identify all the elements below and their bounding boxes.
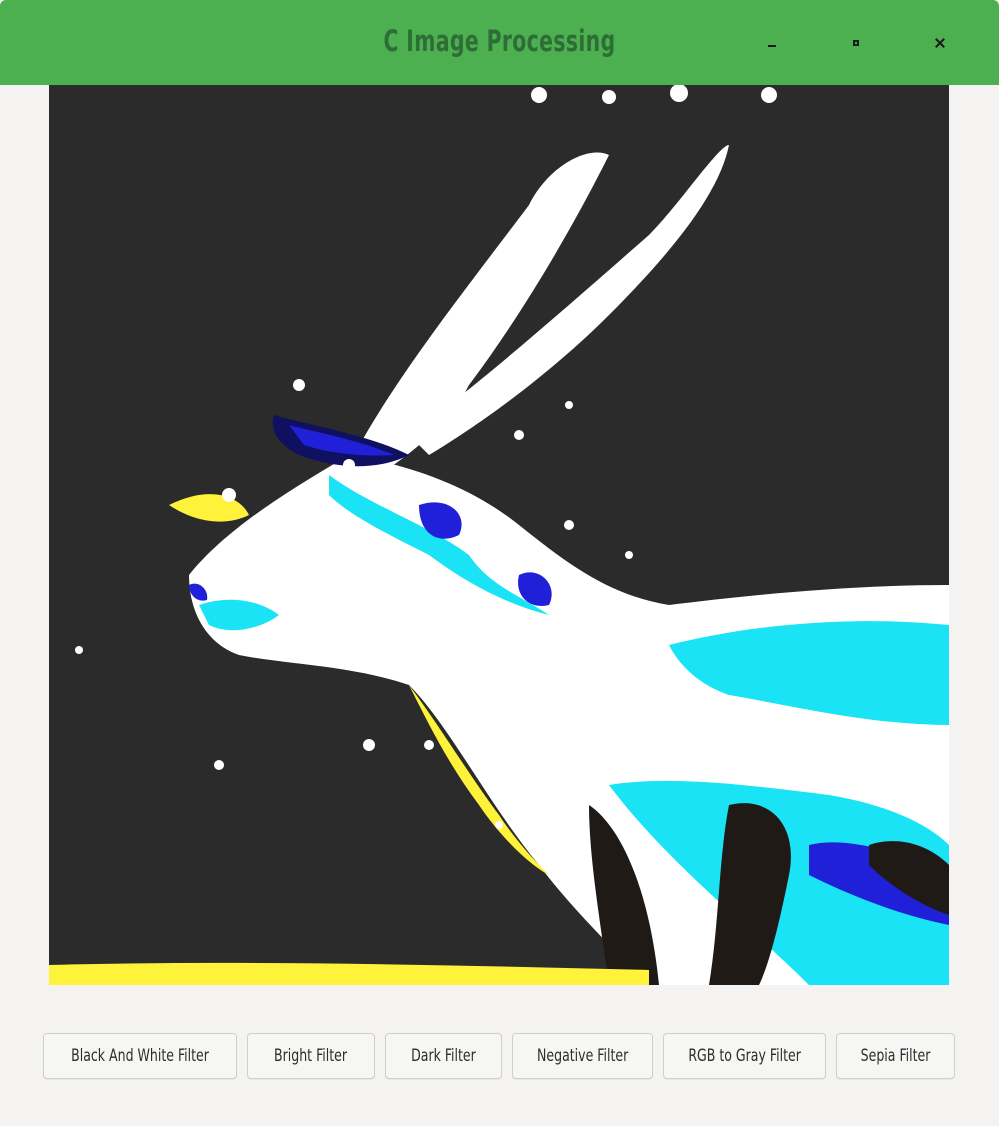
title-bar: C Image Processing <box>0 0 999 85</box>
button-label: Negative Filter <box>536 1046 629 1066</box>
close-button[interactable] <box>925 28 955 58</box>
maximize-icon <box>853 40 859 46</box>
sepia-filter-button[interactable]: Sepia Filter <box>836 1033 955 1079</box>
button-label: Bright Filter <box>274 1046 348 1066</box>
negative-filter-button[interactable]: Negative Filter <box>512 1033 653 1079</box>
rgb-to-gray-filter-button[interactable]: RGB to Gray Filter <box>663 1033 826 1079</box>
button-label: RGB to Gray Filter <box>688 1046 801 1066</box>
black-and-white-filter-button[interactable]: Black And White Filter <box>43 1033 237 1079</box>
processed-image <box>49 85 949 985</box>
button-label: Sepia Filter <box>860 1046 931 1066</box>
maximize-button[interactable] <box>841 28 871 58</box>
minimize-button[interactable] <box>757 28 787 58</box>
minimize-icon <box>768 45 776 47</box>
antelope-image <box>49 85 949 985</box>
dark-filter-button[interactable]: Dark Filter <box>385 1033 502 1079</box>
bright-filter-button[interactable]: Bright Filter <box>247 1033 375 1079</box>
button-label: Dark Filter <box>411 1046 476 1066</box>
close-icon <box>935 38 945 48</box>
button-label: Black And White Filter <box>71 1046 209 1066</box>
